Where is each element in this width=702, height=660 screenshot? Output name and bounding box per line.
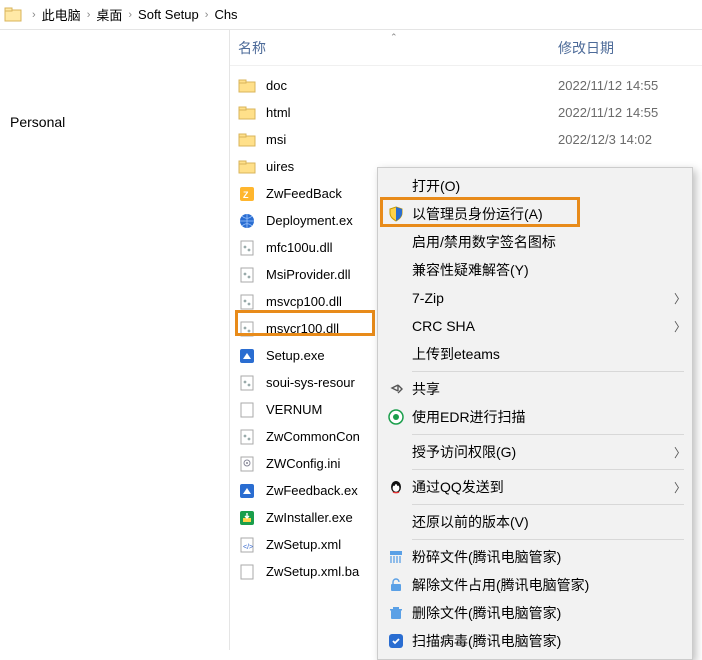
context-menu-label: 使用EDR进行扫描 (412, 407, 686, 427)
sort-indicator-icon: ⌃ (390, 32, 398, 43)
folder-icon (238, 77, 256, 95)
context-menu-item[interactable]: 7-Zip〉 (378, 284, 692, 312)
dll-icon (238, 428, 256, 446)
context-menu-label: 授予访问权限(G) (412, 442, 674, 462)
qq-icon (384, 478, 408, 496)
shield-icon (384, 205, 408, 223)
context-menu-label: 粉碎文件(腾讯电脑管家) (412, 547, 686, 567)
nav-item-personal[interactable]: Personal (0, 110, 229, 134)
context-menu-separator (412, 469, 684, 470)
file-date: 2022/11/12 14:55 (558, 78, 702, 93)
context-menu-item[interactable]: 以管理员身份运行(A) (378, 200, 692, 228)
dll-icon (238, 239, 256, 257)
file-name: msi (266, 132, 558, 147)
folder-icon (238, 131, 256, 149)
context-menu-label: 打开(O) (412, 176, 686, 196)
context-menu-label: 通过QQ发送到 (412, 477, 674, 497)
shred-icon (384, 548, 408, 566)
context-menu-item[interactable]: 还原以前的版本(V) (378, 508, 692, 536)
chevron-right-icon: 〉 (674, 290, 686, 307)
breadcrumb-separator: › (205, 9, 209, 21)
drive-folder-icon (4, 6, 22, 24)
context-menu-separator (412, 434, 684, 435)
breadcrumb-separator: › (87, 9, 91, 21)
folder-icon (238, 158, 256, 176)
column-header-date[interactable]: 修改日期 (558, 38, 702, 58)
context-menu-item[interactable]: 解除文件占用(腾讯电脑管家) (378, 571, 692, 599)
file-name: doc (266, 78, 558, 93)
context-menu-separator (412, 504, 684, 505)
unlock-icon (384, 576, 408, 594)
exe-setup-icon (238, 347, 256, 365)
breadcrumb-separator: › (32, 9, 36, 21)
context-menu-item[interactable]: 通过QQ发送到〉 (378, 473, 692, 501)
context-menu-item[interactable]: 粉碎文件(腾讯电脑管家) (378, 543, 692, 571)
context-menu-label: 还原以前的版本(V) (412, 512, 686, 532)
xml-icon: </> (238, 536, 256, 554)
scan-icon (384, 632, 408, 650)
breadcrumb-separator: › (128, 9, 132, 21)
file-name: html (266, 105, 558, 120)
chevron-right-icon: 〉 (674, 318, 686, 335)
dll-icon (238, 320, 256, 338)
context-menu-label: 上传到eteams (412, 344, 686, 364)
context-menu-separator (412, 371, 684, 372)
breadcrumb[interactable]: › 此电脑 › 桌面 › Soft Setup › Chs (0, 0, 702, 30)
delete-icon (384, 604, 408, 622)
exe-zw-icon: Z (238, 185, 256, 203)
breadcrumb-item[interactable]: 桌面 (96, 5, 122, 24)
file-icon (238, 563, 256, 581)
context-menu-label: 解除文件占用(腾讯电脑管家) (412, 575, 686, 595)
context-menu-item[interactable]: 兼容性疑难解答(Y) (378, 256, 692, 284)
context-menu-label: 启用/禁用数字签名图标 (412, 232, 686, 252)
context-menu-label: 以管理员身份运行(A) (412, 204, 686, 224)
column-header-row[interactable]: ⌃ 名称 修改日期 (230, 30, 702, 66)
context-menu-label: 7-Zip (412, 290, 674, 306)
context-menu-item[interactable]: CRC SHA〉 (378, 312, 692, 340)
context-menu-item[interactable]: 授予访问权限(G)〉 (378, 438, 692, 466)
dll-icon (238, 266, 256, 284)
ini-icon (238, 455, 256, 473)
file-date: 2022/11/12 14:55 (558, 105, 702, 120)
context-menu-label: CRC SHA (412, 318, 674, 334)
navigation-pane[interactable]: Personal (0, 30, 230, 650)
context-menu[interactable]: 打开(O) 以管理员身份运行(A) 启用/禁用数字签名图标兼容性疑难解答(Y) 7-Z… (377, 167, 693, 660)
file-icon (238, 401, 256, 419)
context-menu-separator (412, 539, 684, 540)
context-menu-label: 扫描病毒(腾讯电脑管家) (412, 631, 686, 651)
folder-icon (238, 104, 256, 122)
breadcrumb-item[interactable]: Chs (214, 7, 237, 22)
file-date: 2022/12/3 14:02 (558, 132, 702, 147)
context-menu-item[interactable]: 使用EDR进行扫描 (378, 403, 692, 431)
context-menu-item[interactable]: 删除文件(腾讯电脑管家) (378, 599, 692, 627)
context-menu-item[interactable]: 共享 (378, 375, 692, 403)
context-menu-item[interactable]: 上传到eteams (378, 340, 692, 368)
svg-text:</>: </> (243, 544, 253, 551)
context-menu-item[interactable]: 启用/禁用数字签名图标 (378, 228, 692, 256)
context-menu-item[interactable]: 扫描病毒(腾讯电脑管家) (378, 627, 692, 655)
context-menu-label: 兼容性疑难解答(Y) (412, 260, 686, 280)
context-menu-label: 共享 (412, 379, 686, 399)
exe-setup-icon (238, 482, 256, 500)
context-menu-label: 删除文件(腾讯电脑管家) (412, 603, 686, 623)
chevron-right-icon: 〉 (674, 444, 686, 461)
dll-icon (238, 293, 256, 311)
chevron-right-icon: 〉 (674, 479, 686, 496)
breadcrumb-item[interactable]: Soft Setup (138, 7, 199, 22)
context-menu-item[interactable]: 打开(O) (378, 172, 692, 200)
edr-icon (384, 408, 408, 426)
dll-icon (238, 374, 256, 392)
column-header-name[interactable]: 名称 (238, 38, 558, 58)
globe-icon (238, 212, 256, 230)
breadcrumb-item[interactable]: 此电脑 (42, 5, 81, 24)
svg-text:Z: Z (243, 190, 249, 200)
file-row[interactable]: html2022/11/12 14:55 (230, 99, 702, 126)
file-row[interactable]: doc2022/11/12 14:55 (230, 72, 702, 99)
exe-inst-icon (238, 509, 256, 527)
file-row[interactable]: msi2022/12/3 14:02 (230, 126, 702, 153)
share-icon (384, 380, 408, 398)
